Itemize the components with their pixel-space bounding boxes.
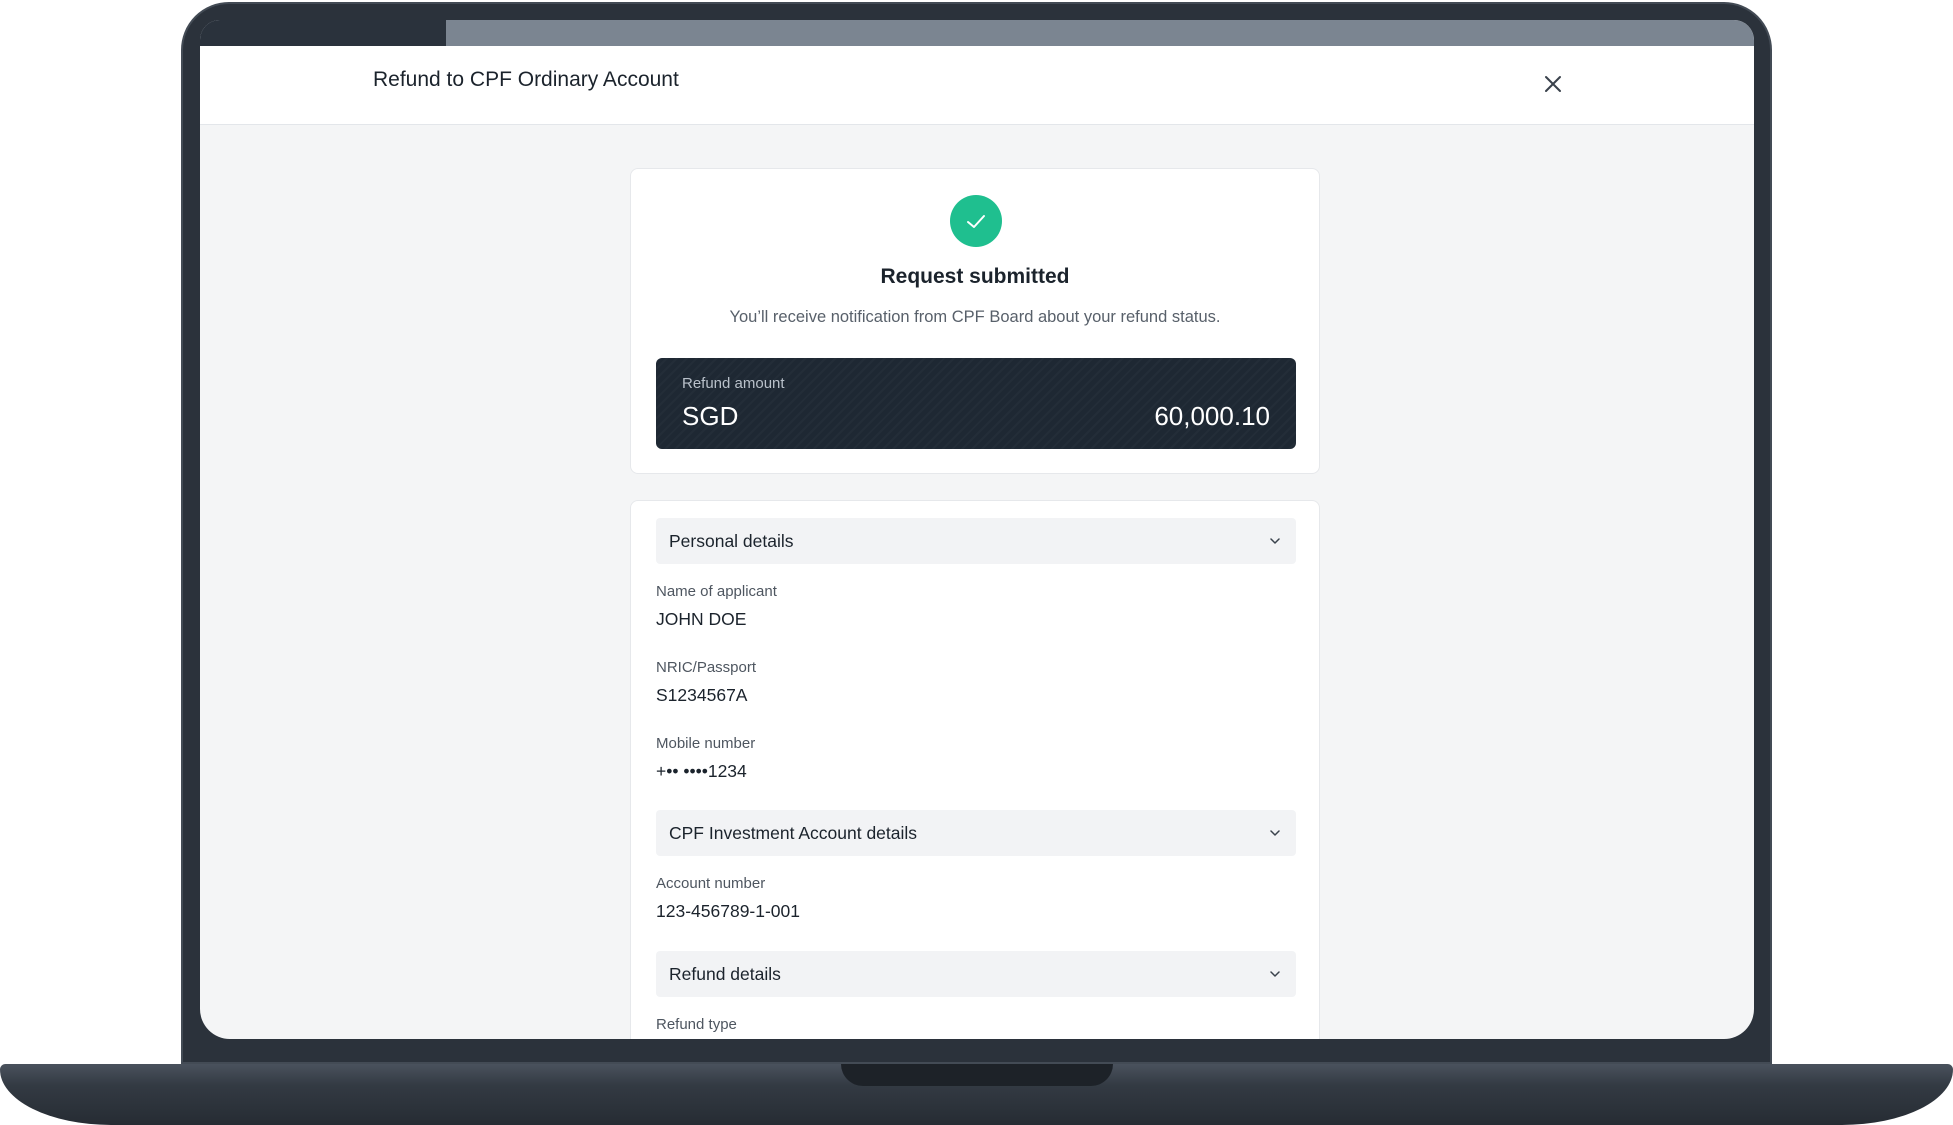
check-icon xyxy=(967,215,985,228)
browser-progress-bar xyxy=(200,20,1754,46)
refund-amount-panel: Refund amount SGD 60,000.10 xyxy=(656,358,1296,449)
field-label-mobile: Mobile number xyxy=(656,735,756,752)
laptop-notch xyxy=(841,1064,1113,1086)
field-label-nric: NRIC/Passport xyxy=(656,659,757,676)
field-value-mobile: +•• ••••1234 xyxy=(656,761,747,781)
browser-progress-fill xyxy=(200,20,446,46)
success-title: Request submitted xyxy=(880,265,1070,288)
field-label-refund-type: Refund type xyxy=(656,1016,737,1033)
refund-amount-value: 60,000.10 xyxy=(1154,401,1270,431)
field-label-applicant-name: Name of applicant xyxy=(656,583,777,600)
close-icon xyxy=(1545,76,1561,92)
refund-amount-label: Refund amount xyxy=(682,375,785,392)
chevron-down-icon xyxy=(1270,538,1280,544)
accordion-title: Personal details xyxy=(669,531,794,551)
field-label-account-number: Account number xyxy=(656,875,766,892)
success-message: You’ll receive notification from CPF Boa… xyxy=(729,308,1221,326)
personal-details-accordion[interactable]: Personal details xyxy=(656,518,1296,564)
app-screen: Refund to CPF Ordinary Account Request s… xyxy=(200,20,1754,1039)
investment-account-accordion[interactable]: CPF Investment Account details xyxy=(656,810,1296,856)
refund-currency: SGD xyxy=(682,401,739,431)
accordion-title: Refund details xyxy=(669,964,781,984)
field-value-nric: S1234567A xyxy=(656,685,748,705)
field-value-applicant-name: JOHN DOE xyxy=(656,609,747,629)
chevron-down-icon xyxy=(1270,971,1280,977)
field-value-account-number: 123-456789-1-001 xyxy=(656,901,801,921)
refund-details-accordion[interactable]: Refund details xyxy=(656,951,1296,997)
accordion-title: CPF Investment Account details xyxy=(669,823,918,843)
success-badge xyxy=(950,195,1002,247)
details-card: Personal details Name of applicant JOHN … xyxy=(630,500,1320,1039)
success-card: Request submitted You’ll receive notific… xyxy=(630,168,1320,474)
chevron-down-icon xyxy=(1270,830,1280,836)
close-button[interactable] xyxy=(1538,69,1568,99)
page-title: Refund to CPF Ordinary Account xyxy=(373,68,679,91)
modal-header: Refund to CPF Ordinary Account xyxy=(200,46,1754,125)
